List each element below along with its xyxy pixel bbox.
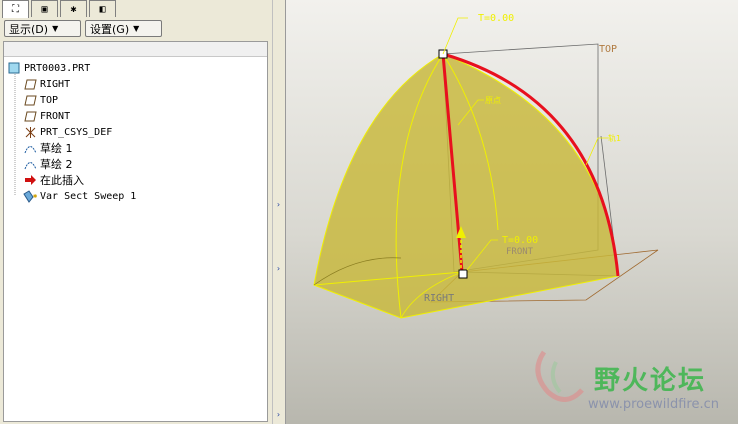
tree-item-sketch-2[interactable]: 草绘 2 xyxy=(23,156,73,172)
tree-item-label: RIGHT xyxy=(40,78,71,90)
start-point-bottom[interactable] xyxy=(458,269,468,279)
insert-arrow-icon xyxy=(23,173,37,187)
folder-browser-tab[interactable]: ▣ xyxy=(31,0,58,17)
tree-item-label: PRT_CSYS_DEF xyxy=(40,126,113,138)
datum-plane-icon xyxy=(23,93,37,107)
tree-item-insert-here[interactable]: 在此插入 xyxy=(23,172,84,188)
t-value-bottom-label: T=0.00 xyxy=(502,235,538,246)
connections-icon: ◧ xyxy=(99,3,106,15)
favorites-icon: ✱ xyxy=(70,3,77,15)
origin-trajectory-label: 原点 xyxy=(485,96,501,105)
datum-plane-icon xyxy=(23,77,37,91)
top-plane-label: TOP xyxy=(599,44,617,55)
model-tree-panel: ⛶ ▣ ✱ ◧ 显示(D) ▼ 设置(G) ▼ PRT0003.PRT RIGHT … xyxy=(0,0,272,424)
svg-text:✱: ✱ xyxy=(33,192,37,200)
flame-logo-icon xyxy=(550,361,562,394)
forum-watermark xyxy=(535,350,584,402)
tree-item-label: Var Sect Sweep 1 xyxy=(40,190,137,202)
tree-menubar: 显示(D) ▼ 设置(G) ▼ xyxy=(0,19,272,39)
t-value-top-label: T=0.00 xyxy=(478,13,514,24)
part-icon xyxy=(7,61,21,75)
model-tree-icon: ⛶ xyxy=(12,4,19,15)
tree-item-front[interactable]: FRONT xyxy=(23,108,70,124)
navigator-tabs: ⛶ ▣ ✱ ◧ xyxy=(0,0,272,18)
collapse-arrow-icon: › xyxy=(276,410,281,419)
show-menu-label: 显示(D) xyxy=(9,22,49,36)
graphics-viewport[interactable]: T=0.00 T=0.00 FRONT TOP RIGHT 原点 轨1 野火论坛… xyxy=(286,0,738,424)
chevron-down-icon: ▼ xyxy=(52,24,59,33)
chevron-down-icon: ▼ xyxy=(133,24,140,33)
tree-item-part[interactable]: PRT0003.PRT xyxy=(7,60,90,76)
model-tree: PRT0003.PRT RIGHT TOP FRONT PRT_CSYS_DEF… xyxy=(3,41,268,422)
sketch-icon xyxy=(23,157,37,171)
tree-item-sketch-1[interactable]: 草绘 1 xyxy=(23,140,73,156)
leader-line xyxy=(442,17,468,55)
tree-item-right[interactable]: RIGHT xyxy=(23,76,70,92)
tree-item-label: 在此插入 xyxy=(40,174,84,187)
panel-splitter[interactable]: › › › xyxy=(272,0,286,424)
datum-plane-icon xyxy=(23,109,37,123)
tree-item-label: 草绘 2 xyxy=(40,158,73,171)
collapse-arrow-icon: › xyxy=(276,200,281,209)
settings-menu-label: 设置(G) xyxy=(90,22,130,36)
watermark-url: www.proewildfire.cn xyxy=(588,397,719,412)
tree-item-var-sect-sweep[interactable]: ✱ Var Sect Sweep 1 xyxy=(23,188,136,204)
connections-tab[interactable]: ◧ xyxy=(89,0,116,17)
csys-icon xyxy=(23,125,37,139)
tree-item-label: FRONT xyxy=(40,110,71,122)
tree-item-top[interactable]: TOP xyxy=(23,92,58,108)
leader-line xyxy=(585,137,608,166)
sketch-icon xyxy=(23,141,37,155)
show-menu-button[interactable]: 显示(D) ▼ xyxy=(4,20,81,37)
tree-column-header xyxy=(4,42,267,57)
tree-item-csys[interactable]: PRT_CSYS_DEF xyxy=(23,124,112,140)
tree-item-label: TOP xyxy=(40,94,59,106)
favorites-tab[interactable]: ✱ xyxy=(60,0,87,17)
model-tree-tab[interactable]: ⛶ xyxy=(2,0,29,18)
right-plane-label: RIGHT xyxy=(424,293,454,304)
settings-menu-button[interactable]: 设置(G) ▼ xyxy=(85,20,162,37)
collapse-arrow-icon: › xyxy=(276,264,281,273)
watermark-title: 野火论坛 xyxy=(594,366,707,396)
tree-item-label: 草绘 1 xyxy=(40,142,73,155)
tree-item-label: PRT0003.PRT xyxy=(24,62,91,74)
front-plane-label: FRONT xyxy=(506,247,534,257)
sweep-icon: ✱ xyxy=(23,189,37,203)
folder-browser-icon: ▣ xyxy=(41,3,48,15)
trajectory-1-label: 轨1 xyxy=(608,133,621,143)
flame-logo-icon xyxy=(535,350,584,402)
